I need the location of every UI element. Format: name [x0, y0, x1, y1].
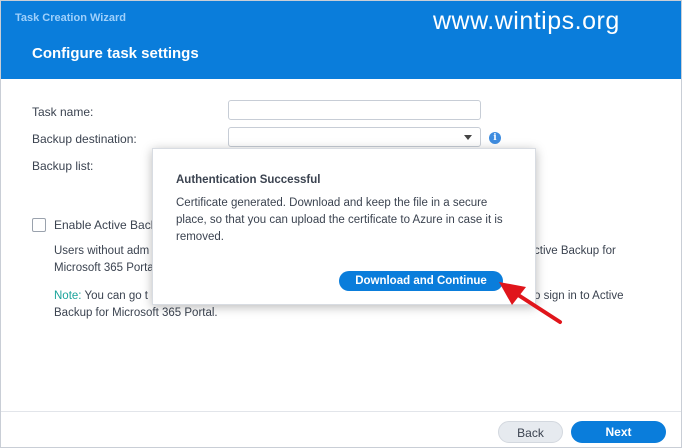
- chevron-down-icon: [464, 135, 472, 140]
- watermark: www.wintips.org: [433, 7, 620, 35]
- wizard-header: Task Creation Wizard Configure task sett…: [1, 1, 681, 79]
- note-text-left: You can go t: [81, 290, 149, 302]
- note-label: Note:: [54, 290, 82, 302]
- authentication-dialog: Authentication Successful Certificate ge…: [152, 148, 536, 305]
- task-name-input[interactable]: [228, 100, 481, 120]
- note-line2-left: Backup for Microsoft 365 Portal.: [54, 307, 218, 319]
- info-icon[interactable]: i: [489, 132, 501, 144]
- red-arrow-icon: [499, 282, 562, 324]
- next-button[interactable]: Next: [571, 421, 666, 443]
- backup-destination-select[interactable]: [228, 127, 481, 147]
- enable-active-backup-label: Enable Active Back: [54, 218, 157, 232]
- backup-list-label: Backup list:: [32, 159, 94, 173]
- description-line1-right: ctive Backup for: [534, 245, 616, 257]
- page-title: Configure task settings: [32, 45, 199, 62]
- download-and-continue-button[interactable]: Download and Continue: [339, 271, 503, 291]
- dialog-title: Authentication Successful: [176, 174, 321, 186]
- description-line1-left: Users without adm: [54, 245, 150, 257]
- enable-active-backup-checkbox[interactable]: [32, 218, 46, 232]
- note-line1-left: Note: You can go t: [54, 288, 148, 305]
- wizard-window: Task Creation Wizard Configure task sett…: [0, 0, 682, 448]
- description-line2-left: Microsoft 365 Porta: [54, 262, 154, 274]
- dialog-message: Certificate generated. Download and keep…: [176, 197, 503, 243]
- back-button[interactable]: Back: [498, 421, 563, 443]
- footer-divider: [1, 411, 681, 412]
- task-name-label: Task name:: [32, 105, 94, 119]
- window-title: Task Creation Wizard: [15, 12, 126, 24]
- backup-destination-label: Backup destination:: [32, 132, 137, 146]
